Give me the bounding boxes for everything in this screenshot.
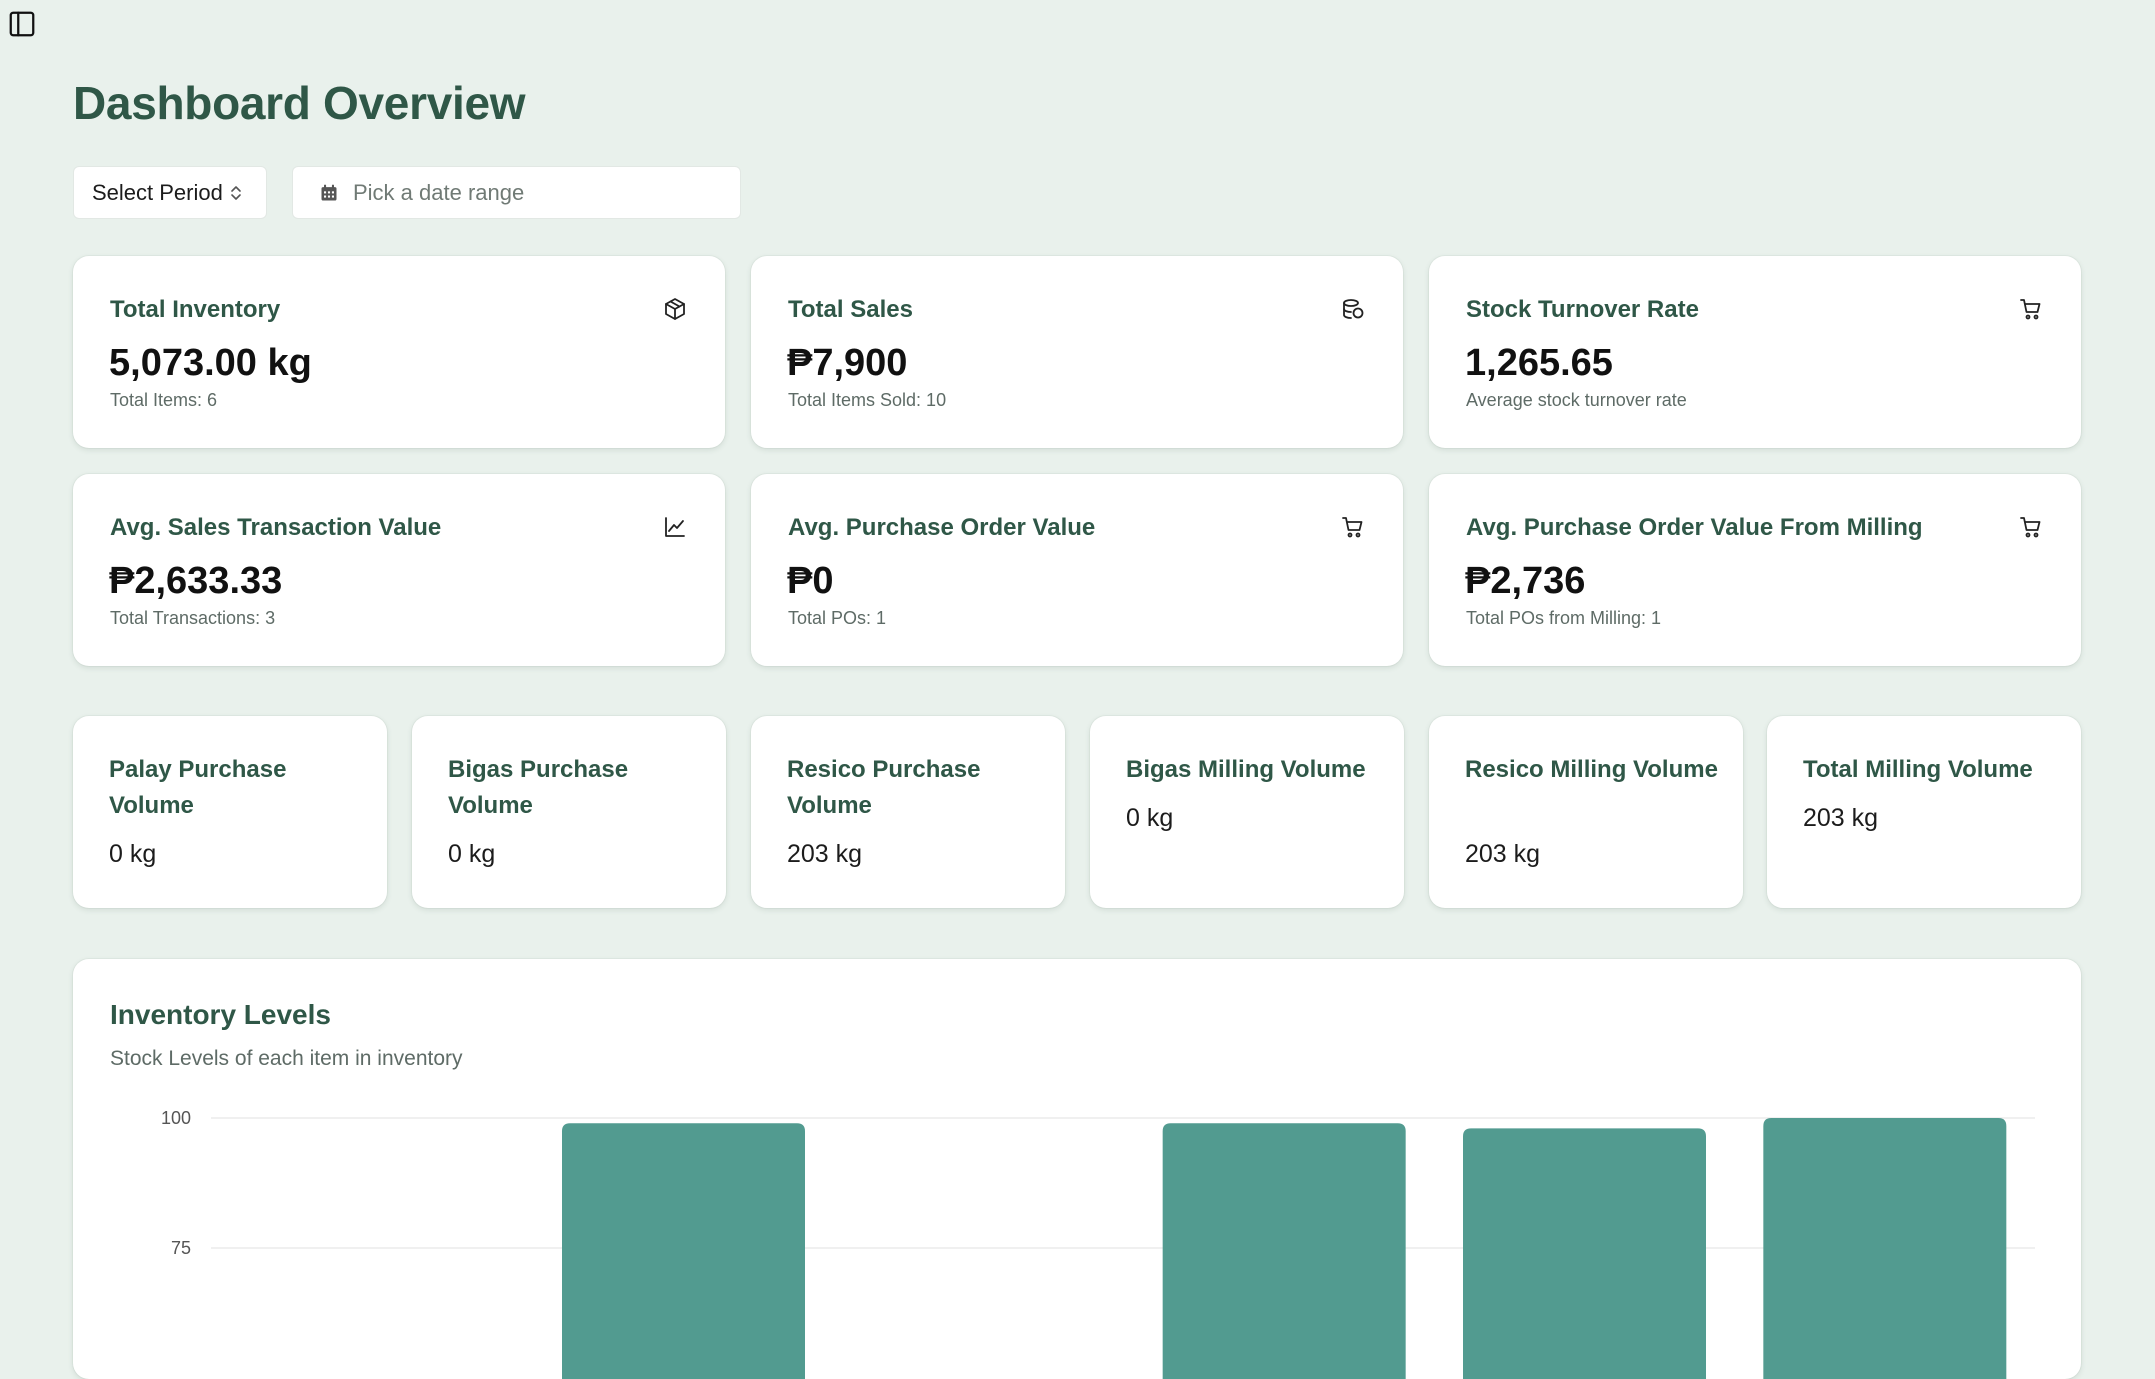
- volume-card-resico-milling: Resico Milling Volume 203 kg: [1429, 716, 1743, 908]
- stat-card-stock-turnover-rate: Stock Turnover Rate 1,265.65 Average sto…: [1429, 256, 2081, 448]
- cart-icon: [2017, 513, 2045, 541]
- stat-subtext: Total POs: 1: [788, 608, 887, 628]
- stat-title: Avg. Purchase Order Value: [788, 514, 1096, 541]
- sidebar-toggle-button[interactable]: [7, 9, 37, 39]
- cart-icon: [2017, 295, 2045, 323]
- stat-title: Avg. Sales Transaction Value: [110, 514, 442, 541]
- volume-value: 203 kg: [1803, 804, 1879, 832]
- volume-value: 203 kg: [1465, 840, 1541, 868]
- volume-value: 0 kg: [448, 840, 496, 868]
- stat-subtext: Total Items: 6: [110, 390, 218, 410]
- stat-title: Total Sales: [788, 296, 913, 323]
- volume-title: Palay Purchase Volume: [109, 756, 287, 819]
- stat-card-avg-purchase-order: Avg. Purchase Order Value ₱0 Total POs: …: [751, 474, 1403, 666]
- page-title: Dashboard Overview: [73, 77, 526, 129]
- stat-title: Avg. Purchase Order Value From Milling: [1466, 514, 1923, 541]
- stat-value: 5,073.00 kg: [109, 342, 312, 384]
- date-range-placeholder: Pick a date range: [353, 179, 525, 205]
- stat-subtext: Total Transactions: 3: [110, 608, 276, 628]
- volume-card-bigas-purchase: Bigas Purchase Volume 0 kg: [412, 716, 726, 908]
- y-tick-label: 75: [171, 1238, 191, 1258]
- stat-value: ₱2,736: [1465, 560, 1586, 602]
- select-period-dropdown[interactable]: Select Period: [73, 166, 267, 219]
- volume-value: 0 kg: [1126, 804, 1174, 832]
- coins-icon: [1339, 295, 1367, 323]
- stat-card-total-inventory: Total Inventory 5,073.00 kg Total Items:…: [73, 256, 725, 448]
- inventory-bar[interactable]: [1763, 1118, 2007, 1379]
- volume-card-resico-purchase: Resico Purchase Volume 203 kg: [751, 716, 1065, 908]
- volume-card-total-milling: Total Milling Volume 203 kg: [1767, 716, 2081, 908]
- stat-subtext: Total POs from Milling: 1: [1466, 608, 1662, 628]
- stat-card-avg-sales-transaction: Avg. Sales Transaction Value ₱2,633.33 T…: [73, 474, 725, 666]
- volume-title: Bigas Purchase Volume: [448, 756, 629, 819]
- volume-title: Resico Milling Volume: [1465, 756, 1718, 783]
- line-chart-icon: [661, 513, 689, 541]
- stat-value: 1,265.65: [1465, 342, 1613, 384]
- stat-title: Stock Turnover Rate: [1466, 296, 1699, 323]
- volume-value: 0 kg: [109, 840, 157, 868]
- stat-title: Total Inventory: [110, 296, 281, 323]
- volume-value: 203 kg: [787, 840, 863, 868]
- volume-card-bigas-milling: Bigas Milling Volume 0 kg: [1090, 716, 1404, 908]
- stat-card-total-sales: Total Sales ₱7,900 Total Items Sold: 10: [751, 256, 1403, 448]
- stat-value: ₱0: [787, 560, 834, 602]
- stat-subtext: Average stock turnover rate: [1466, 390, 1687, 410]
- inventory-bar[interactable]: [1463, 1128, 1706, 1379]
- inventory-levels-card: Inventory Levels Stock Levels of each it…: [73, 959, 2081, 1379]
- filters-bar: Select Period Pick a date range: [73, 166, 741, 219]
- volume-title: Resico Purchase Volume: [787, 756, 981, 819]
- volume-title: Total Milling Volume: [1803, 756, 2033, 783]
- date-range-picker[interactable]: Pick a date range: [292, 166, 741, 219]
- inventory-bar-chart: 100 75: [161, 1108, 2035, 1379]
- stat-value: ₱2,633.33: [109, 560, 283, 602]
- sidebar-toggle-icon: [9, 11, 35, 37]
- stat-subtext: Total Items Sold: 10: [788, 390, 947, 410]
- volume-title: Bigas Milling Volume: [1126, 756, 1366, 783]
- cart-icon: [1339, 513, 1367, 541]
- inventory-bar[interactable]: [1162, 1123, 1406, 1379]
- volume-card-palay-purchase: Palay Purchase Volume 0 kg: [73, 716, 387, 908]
- stat-card-avg-po-from-milling: Avg. Purchase Order Value From Milling ₱…: [1429, 474, 2081, 666]
- select-period-label: Select Period: [92, 179, 223, 205]
- package-icon: [661, 295, 689, 323]
- calendar-icon: [319, 183, 339, 203]
- y-tick-label: 100: [161, 1108, 191, 1128]
- inventory-bar[interactable]: [562, 1123, 805, 1379]
- chevron-up-down-icon: [229, 184, 243, 202]
- stat-value: ₱7,900: [787, 342, 908, 384]
